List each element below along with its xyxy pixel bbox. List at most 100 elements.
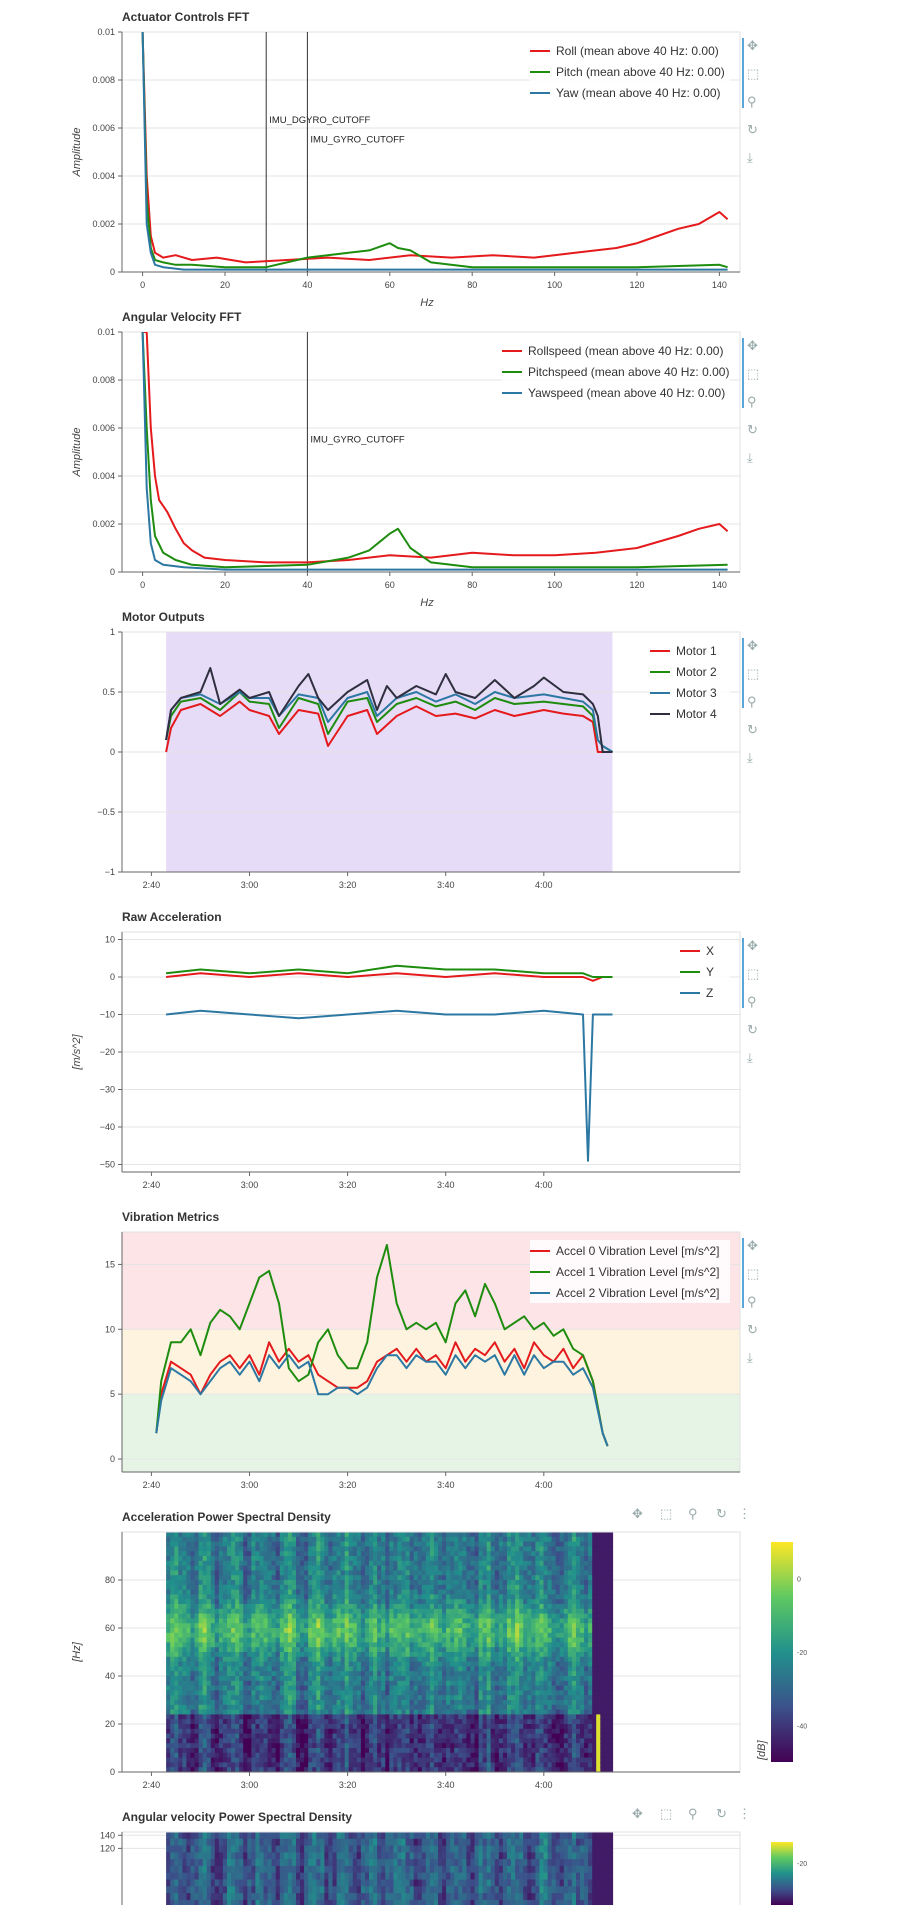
box-zoom-icon[interactable]: ⬚	[747, 966, 759, 982]
reset-icon[interactable]: ↻	[747, 722, 758, 738]
legend-item[interactable]: Pitch (mean above 40 Hz: 0.00)	[530, 61, 730, 82]
heatmap-cell	[369, 1695, 374, 1701]
wheel-zoom-icon[interactable]: ⚲	[747, 1294, 757, 1310]
heatmap-cell	[239, 1752, 244, 1759]
heatmap-cell	[174, 1551, 179, 1557]
pan-icon[interactable]: ✥	[747, 338, 758, 354]
heatmap-cell	[511, 1604, 516, 1610]
heatmap-cell	[170, 1546, 175, 1552]
reset-icon[interactable]: ↻	[747, 122, 758, 138]
wheel-zoom-icon[interactable]: ⚲	[747, 394, 757, 410]
heatmap-cell	[450, 1637, 455, 1643]
legend-item[interactable]: Pitchspeed (mean above 40 Hz: 0.00)	[502, 361, 730, 382]
legend-item[interactable]: X	[680, 940, 730, 961]
legend-item[interactable]: Motor 4	[650, 703, 730, 724]
heatmap-cell	[413, 1608, 419, 1615]
save-icon[interactable]: ⤓	[747, 1050, 753, 1066]
heatmap-cell	[515, 1724, 520, 1730]
legend-item[interactable]: Rollspeed (mean above 40 Hz: 0.00)	[502, 340, 730, 361]
heatmap-cell	[227, 1532, 232, 1538]
pan-icon[interactable]: ✥	[747, 38, 758, 54]
heatmap-cell	[454, 1560, 459, 1567]
reset-icon[interactable]: ↻	[747, 422, 758, 438]
legend-item[interactable]: Accel 0 Vibration Level [m/s^2]	[530, 1240, 730, 1261]
heatmap-cell	[271, 1752, 277, 1759]
heatmap-cell	[446, 1580, 451, 1586]
heatmap-cell	[446, 1546, 451, 1552]
heatmap-cell	[393, 1580, 399, 1586]
y-tick-label: −1	[105, 867, 115, 877]
heatmap-cell	[243, 1752, 248, 1759]
heatmap-cell	[389, 1666, 394, 1672]
legend-item[interactable]: Yawspeed (mean above 40 Hz: 0.00)	[502, 382, 730, 403]
heatmap-cell	[405, 1637, 411, 1643]
heatmap-cell	[409, 1704, 415, 1711]
reset-icon[interactable]: ↻	[747, 1022, 758, 1038]
heatmap-cell	[498, 1714, 504, 1720]
legend-item[interactable]: Motor 1	[650, 640, 730, 661]
heatmap-cell	[320, 1599, 325, 1605]
save-icon[interactable]: ⤓	[747, 150, 753, 166]
heatmap-cell	[474, 1618, 480, 1624]
heatmap-cell	[296, 1743, 301, 1749]
save-icon[interactable]: ⤓	[747, 750, 753, 766]
heatmap-cell	[271, 1613, 277, 1619]
heatmap-cell	[308, 1714, 313, 1720]
legend-item[interactable]: Motor 3	[650, 682, 730, 703]
heatmap-cell	[344, 1642, 350, 1648]
box-zoom-icon[interactable]: ⬚	[747, 1266, 759, 1282]
heatmap-cell	[239, 1738, 244, 1744]
heatmap-cell	[283, 1575, 289, 1581]
legend-item[interactable]: Z	[680, 982, 730, 1003]
x-tick-label: 60	[385, 580, 395, 590]
heatmap-cell	[271, 1661, 277, 1667]
save-icon[interactable]: ⤓	[747, 1350, 753, 1366]
reset-icon[interactable]: ↻	[747, 1322, 758, 1338]
heatmap-cell	[373, 1709, 378, 1715]
heatmap-cell	[531, 1551, 536, 1557]
legend-item[interactable]: Yaw (mean above 40 Hz: 0.00)	[530, 82, 730, 103]
heatmap-cell	[304, 1589, 309, 1595]
heatmap-cell	[409, 1680, 415, 1687]
heatmap-cell	[243, 1700, 248, 1706]
wheel-zoom-icon[interactable]: ⚲	[747, 94, 757, 110]
legend-item[interactable]: Motor 2	[650, 661, 730, 682]
save-icon[interactable]: ⤓	[747, 450, 753, 466]
legend-label: Motor 4	[676, 706, 717, 721]
heatmap-cell	[385, 1594, 390, 1600]
box-zoom-icon[interactable]: ⬚	[747, 66, 759, 82]
legend-item[interactable]: Accel 2 Vibration Level [m/s^2]	[530, 1282, 730, 1303]
heatmap-cell	[251, 1628, 257, 1634]
heatmap-cell	[178, 1575, 183, 1581]
heatmap-cell	[231, 1733, 236, 1739]
heatmap-cell	[263, 1580, 269, 1586]
heatmap-cell	[482, 1738, 488, 1744]
heatmap-cell	[409, 1632, 415, 1639]
heatmap-cell	[352, 1628, 358, 1634]
heatmap-cell	[446, 1628, 451, 1634]
box-zoom-icon[interactable]: ⬚	[747, 366, 759, 382]
wheel-zoom-icon[interactable]: ⚲	[747, 694, 757, 710]
heatmap-cell	[442, 1714, 447, 1720]
heatmap-cell	[279, 1728, 285, 1735]
pan-icon[interactable]: ✥	[747, 938, 758, 954]
box-zoom-icon[interactable]: ⬚	[747, 666, 759, 682]
pan-icon[interactable]: ✥	[747, 1238, 758, 1254]
heatmap-cell	[405, 1656, 411, 1663]
wheel-zoom-icon[interactable]: ⚲	[747, 994, 757, 1010]
heatmap-cell	[393, 1599, 399, 1605]
legend-item[interactable]: Roll (mean above 40 Hz: 0.00)	[530, 40, 730, 61]
heatmap-cell	[466, 1628, 472, 1634]
heatmap-cell	[360, 1623, 366, 1629]
heatmap-cell	[259, 1714, 265, 1720]
heatmap-cell	[543, 1719, 549, 1725]
heatmap-cell	[300, 1762, 305, 1768]
heatmap-cell	[190, 1570, 196, 1576]
heatmap-cell	[328, 1546, 334, 1552]
heatmap-cell	[174, 1580, 179, 1586]
legend-item[interactable]: Y	[680, 961, 730, 982]
heatmap-cell	[502, 1536, 508, 1543]
pan-icon[interactable]: ✥	[747, 638, 758, 654]
heatmap-cell	[507, 1724, 512, 1730]
legend-item[interactable]: Accel 1 Vibration Level [m/s^2]	[530, 1261, 730, 1282]
